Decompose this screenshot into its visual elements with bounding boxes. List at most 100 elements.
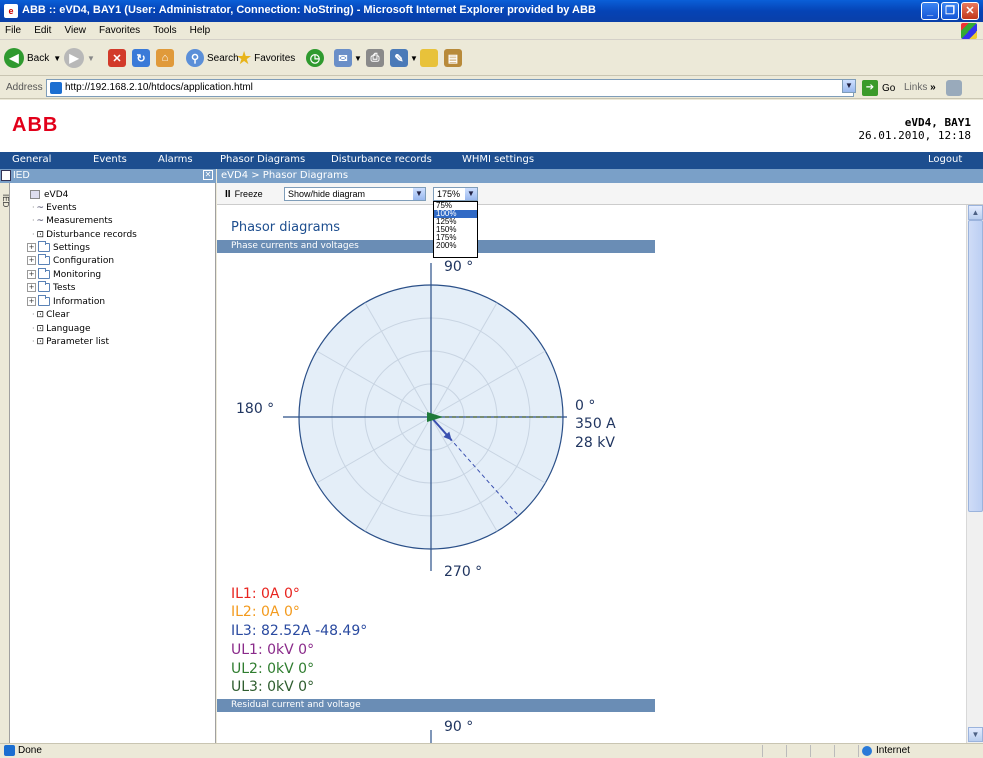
- back-arrow-icon: ◀: [4, 48, 24, 68]
- menu-tools[interactable]: Tools: [148, 22, 181, 36]
- tree-root-label: eVD4: [44, 189, 69, 200]
- nav-phasor-diagrams[interactable]: Phasor Diagrams: [220, 154, 305, 165]
- mail-icon: ✉: [334, 49, 352, 67]
- tree-item-language[interactable]: · ⊡ Language: [32, 322, 91, 335]
- main-nav: General Events Alarms Phasor Diagrams Di…: [0, 152, 983, 169]
- sidebar-vertical-tab[interactable]: IED: [0, 183, 10, 743]
- reading-il3: IL3: 82.52A -48.49°: [231, 623, 368, 639]
- favorites-button[interactable]: ★ Favorites: [236, 46, 295, 70]
- history-button[interactable]: ◷: [306, 46, 327, 70]
- nav-whmi-settings[interactable]: WHMI settings: [462, 154, 534, 165]
- go-button[interactable]: ➔ Go: [862, 80, 895, 96]
- nav-alarms[interactable]: Alarms: [158, 154, 193, 165]
- address-dropdown-button[interactable]: ▼: [842, 79, 856, 93]
- tree-item-label: Language: [46, 323, 91, 334]
- folder-icon: [38, 268, 50, 279]
- tree-item-measurements[interactable]: · ~ Measurements: [32, 214, 113, 227]
- refresh-button[interactable]: ↻: [132, 46, 150, 70]
- scroll-up-button[interactable]: ▲: [968, 205, 983, 220]
- folder-icon: [420, 49, 438, 67]
- toolbar-extra-icon[interactable]: [946, 80, 962, 96]
- status-divider: [858, 745, 859, 757]
- tree-icon: [1, 170, 11, 181]
- folder-icon: [38, 295, 50, 306]
- folder-icon: [38, 241, 50, 252]
- angle-label-0: 0 °: [575, 398, 596, 414]
- menu-help[interactable]: Help: [185, 22, 216, 36]
- chevron-down-icon: ▼: [87, 53, 95, 63]
- menu-view[interactable]: View: [59, 22, 91, 36]
- nav-disturbance-records[interactable]: Disturbance records: [331, 154, 432, 165]
- tree-item-monitoring[interactable]: + Monitoring: [27, 268, 101, 281]
- tree-item-label: Settings: [53, 242, 90, 253]
- tree-item-label: Clear: [46, 309, 70, 320]
- browser-window: e ABB :: eVD4, BAY1 (User: Administrator…: [0, 0, 983, 758]
- tree-item-tests[interactable]: + Tests: [27, 281, 75, 294]
- reading-ul3: UL3: 0kV 0°: [231, 679, 315, 695]
- menu-edit[interactable]: Edit: [29, 22, 56, 36]
- tree-item-parameter-list[interactable]: · ⊡ Parameter list: [32, 335, 109, 348]
- address-input[interactable]: http://192.168.2.10/htdocs/application.h…: [46, 79, 854, 97]
- chevron-down-icon: ▼: [410, 53, 418, 63]
- zoom-select-value: 175%: [437, 189, 461, 199]
- expand-icon: +: [27, 270, 36, 279]
- tree-item-disturbance-records[interactable]: · ⊡ Disturbance records: [32, 228, 137, 241]
- search-button[interactable]: ⚲ Search: [186, 46, 239, 70]
- freeze-button[interactable]: II Freeze: [225, 187, 263, 201]
- search-icon: ⚲: [186, 49, 204, 67]
- expand-icon: +: [27, 297, 36, 306]
- home-button[interactable]: ⌂: [156, 46, 174, 70]
- scroll-thumb[interactable]: [968, 220, 983, 512]
- sidebar-close-button[interactable]: ✕: [203, 170, 213, 180]
- menu-file[interactable]: File: [0, 22, 26, 36]
- forward-button[interactable]: ▶ ▼: [64, 46, 95, 70]
- research-button[interactable]: ▤: [444, 46, 462, 70]
- chevron-down-icon[interactable]: ▼: [465, 188, 477, 200]
- parameter-icon: ⊡: [36, 309, 45, 320]
- zoom-dropdown-list: 75% 100% 125% 150% 175% 200%: [433, 201, 478, 258]
- tree-line: ·: [32, 216, 35, 225]
- tree-item-clear[interactable]: · ⊡ Clear: [32, 308, 70, 321]
- security-zone: Internet: [862, 745, 910, 756]
- nav-general[interactable]: General: [12, 154, 51, 165]
- chevron-down-icon[interactable]: ▼: [413, 188, 425, 200]
- vertical-scrollbar[interactable]: ▲ ▼: [966, 205, 983, 743]
- title-bar: e ABB :: eVD4, BAY1 (User: Administrator…: [0, 0, 983, 22]
- logout-button[interactable]: Logout: [928, 154, 962, 165]
- star-icon: ★: [236, 47, 253, 68]
- zoom-option[interactable]: 200%: [434, 242, 477, 250]
- minimize-button[interactable]: _: [921, 2, 939, 20]
- wave-icon: ~: [36, 202, 45, 213]
- maximize-button[interactable]: ❐: [941, 2, 959, 20]
- menu-favorites[interactable]: Favorites: [94, 22, 145, 36]
- stop-button[interactable]: ✕: [108, 46, 126, 70]
- tree-item-configuration[interactable]: + Configuration: [27, 254, 114, 267]
- device-datetime: 26.01.2010, 12:18: [858, 129, 971, 142]
- edit-button[interactable]: ✎ ▼: [390, 46, 418, 70]
- folder-button[interactable]: [420, 46, 438, 70]
- zoom-select[interactable]: 175% ▼: [433, 187, 478, 201]
- mail-button[interactable]: ✉ ▼: [334, 46, 362, 70]
- back-button[interactable]: ◀ Back ▼: [4, 46, 61, 70]
- scroll-down-button[interactable]: ▼: [968, 727, 983, 742]
- close-button[interactable]: ✕: [961, 2, 979, 20]
- tree-root[interactable]: eVD4: [30, 188, 68, 201]
- window-title: ABB :: eVD4, BAY1 (User: Administrator, …: [22, 4, 596, 16]
- content-toolbar: II Freeze Show/hide diagram ▼ 175% ▼: [217, 183, 983, 205]
- print-button[interactable]: ⎙: [366, 46, 384, 70]
- back-label: Back: [27, 52, 50, 64]
- status-text: Done: [18, 745, 42, 756]
- print-icon: ⎙: [366, 49, 384, 67]
- expand-icon: +: [27, 283, 36, 292]
- tree-item-information[interactable]: + Information: [27, 295, 105, 308]
- diagram-select[interactable]: Show/hide diagram ▼: [284, 187, 426, 201]
- tree-item-events[interactable]: · ~ Events: [32, 201, 77, 214]
- status-divider: [810, 745, 811, 757]
- reading-ul1: UL1: 0kV 0°: [231, 642, 315, 658]
- links-button[interactable]: Links »: [904, 82, 936, 93]
- status-left: Done: [4, 745, 42, 756]
- address-label: Address: [6, 82, 43, 93]
- tree-item-settings[interactable]: + Settings: [27, 241, 90, 254]
- app-header: ABB eVD4, BAY1 26.01.2010, 12:18: [0, 100, 983, 152]
- nav-events[interactable]: Events: [93, 154, 127, 165]
